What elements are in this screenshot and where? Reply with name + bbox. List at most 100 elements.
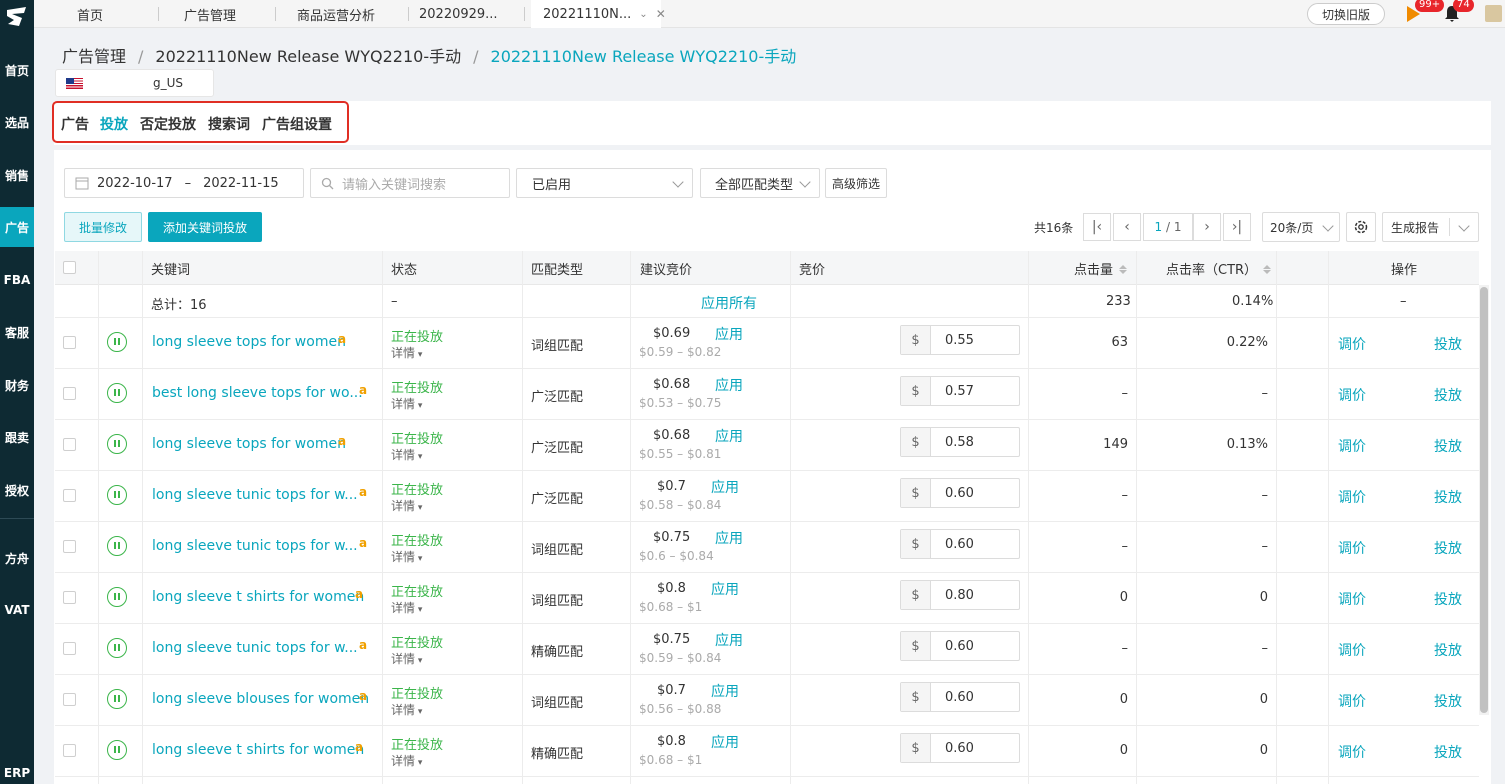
last-page-button[interactable]: ›| [1223,213,1251,241]
page-size-select[interactable]: 20条/页 [1262,212,1340,242]
header-clicks[interactable]: 点击量 [1074,251,1128,285]
bid-input[interactable]: $0.60 [900,682,1020,712]
bid-input[interactable]: $0.60 [900,478,1020,508]
store-selector[interactable]: g_US [55,69,214,97]
adjust-bid-link[interactable]: 调价 [1338,487,1366,507]
avatar[interactable] [1485,5,1502,22]
bid-input[interactable]: $0.80 [900,580,1020,610]
add-keyword-button[interactable]: 添加关键词投放 [148,212,262,242]
keyword-link[interactable]: long sleeve tunic tops for w... [152,487,358,503]
keyword-link[interactable]: long sleeve tunic tops for w... [152,640,358,656]
subnav-search-terms[interactable]: 搜索词 [208,114,250,134]
tab-ad-management[interactable]: 广告管理 [184,0,236,28]
targeting-link[interactable]: 投放 [1434,385,1462,405]
adjust-bid-link[interactable]: 调价 [1338,691,1366,711]
pause-icon[interactable] [107,485,127,505]
row-checkbox[interactable] [63,489,76,502]
apply-bid-link[interactable]: 应用 [711,579,739,599]
sidebar-item-5[interactable]: 客服 [0,312,34,352]
sidebar-item-0[interactable]: 首页 [0,50,34,90]
switch-old-version-button[interactable]: 切换旧版 [1307,3,1385,25]
apply-bid-link[interactable]: 应用 [715,375,743,395]
apply-bid-link[interactable]: 应用 [715,528,743,548]
chevron-down-icon[interactable] [1458,220,1470,232]
keyword-link[interactable]: long sleeve t shirts for women [152,742,364,758]
details-dropdown[interactable]: 详情 ▾ [391,395,422,412]
adjust-bid-link[interactable]: 调价 [1338,742,1366,762]
adjust-bid-link[interactable]: 调价 [1338,589,1366,609]
details-dropdown[interactable]: 详情 ▾ [391,650,422,667]
row-checkbox[interactable] [63,591,76,604]
targeting-link[interactable]: 投放 [1434,589,1462,609]
chevron-down-icon[interactable]: ⌄ [639,9,647,20]
status-select[interactable]: 已启用 [516,168,693,198]
next-page-button[interactable]: › [1193,213,1221,241]
keyword-search-input[interactable]: 请输入关键词搜索 [310,168,510,198]
sidebar-item-3[interactable]: 广告 [0,207,34,247]
date-range-picker[interactable]: 2022-10-17 – 2022-11-15 [64,168,304,198]
apply-bid-link[interactable]: 应用 [715,324,743,344]
pause-icon[interactable] [107,638,127,658]
subnav-ads[interactable]: 广告 [61,114,89,134]
sidebar-item-1[interactable]: 选品 [0,102,34,142]
tab-campaign-20220929[interactable]: 20220929... [419,0,498,28]
sidebar-item-11[interactable]: ERP [0,762,34,784]
sidebar-item-10[interactable]: VAT [0,590,34,630]
adjust-bid-link[interactable]: 调价 [1338,436,1366,456]
details-dropdown[interactable]: 详情 ▾ [391,599,422,616]
select-all-checkbox[interactable] [63,261,76,274]
tab-home[interactable]: 首页 [77,0,103,28]
breadcrumb-campaign[interactable]: 20221110New Release WYQ2210-手动 [155,47,461,66]
keyword-link[interactable]: long sleeve tunic tops for w... [152,538,358,554]
pause-icon[interactable] [107,536,127,556]
row-checkbox[interactable] [63,642,76,655]
adjust-bid-link[interactable]: 调价 [1338,538,1366,558]
scrollbar-thumb[interactable] [1480,287,1488,713]
subnav-targeting[interactable]: 投放 [100,114,128,134]
pause-icon[interactable] [107,689,127,709]
adjust-bid-link[interactable]: 调价 [1338,385,1366,405]
keyword-link[interactable]: long sleeve blouses for women [152,691,369,707]
details-dropdown[interactable]: 详情 ▾ [391,701,422,718]
close-icon[interactable]: ✕ [656,7,666,21]
prev-page-button[interactable]: ‹ [1113,213,1141,241]
keyword-link[interactable]: best long sleeve tops for wo... [152,385,363,401]
pause-icon[interactable] [107,332,127,352]
advanced-filter-button[interactable]: 高级筛选 [825,168,887,198]
tab-campaign-20221110[interactable]: 20221110N... ⌄ ✕ [531,0,666,28]
row-checkbox[interactable] [63,540,76,553]
targeting-link[interactable]: 投放 [1434,538,1462,558]
first-page-button[interactable]: |‹ [1083,213,1111,241]
keyword-link[interactable]: long sleeve tops for women [152,436,346,452]
targeting-link[interactable]: 投放 [1434,691,1462,711]
bid-input[interactable]: $0.60 [900,733,1020,763]
sidebar-item-9[interactable]: 方舟 [0,538,34,578]
batch-edit-button[interactable]: 批量修改 [64,212,142,242]
apply-bid-link[interactable]: 应用 [715,426,743,446]
bid-input[interactable]: $0.58 [900,427,1020,457]
details-dropdown[interactable]: 详情 ▾ [391,752,422,769]
settings-button[interactable] [1346,212,1376,242]
details-dropdown[interactable]: 详情 ▾ [391,548,422,565]
sidebar-item-6[interactable]: 财务 [0,365,34,405]
breadcrumb-root[interactable]: 广告管理 [62,47,126,66]
details-dropdown[interactable]: 详情 ▾ [391,446,422,463]
apply-bid-link[interactable]: 应用 [711,732,739,752]
subnav-adgroup-settings[interactable]: 广告组设置 [262,114,332,134]
targeting-link[interactable]: 投放 [1434,334,1462,354]
pause-icon[interactable] [107,383,127,403]
apply-bid-link[interactable]: 应用 [711,477,739,497]
header-ctr[interactable]: 点击率（CTR） [1166,251,1272,285]
details-dropdown[interactable]: 详情 ▾ [391,497,422,514]
sidebar-item-8[interactable]: 授权 [0,470,34,510]
generate-report-button[interactable]: 生成报告 [1382,212,1479,242]
row-checkbox[interactable] [63,744,76,757]
pause-icon[interactable] [107,434,127,454]
row-checkbox[interactable] [63,387,76,400]
pause-icon[interactable] [107,587,127,607]
apply-bid-link[interactable]: 应用 [715,630,743,650]
pause-icon[interactable] [107,740,127,760]
subnav-negative-targeting[interactable]: 否定投放 [140,114,196,134]
apply-all-link[interactable]: 应用所有 [701,293,757,313]
bid-input[interactable]: $0.60 [900,529,1020,559]
